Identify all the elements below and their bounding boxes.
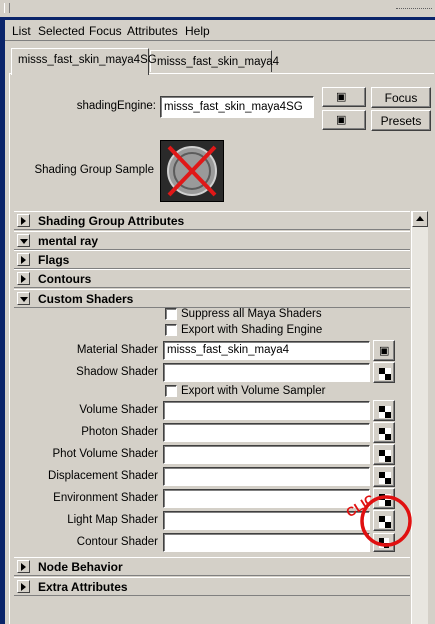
arrow-in-icon: ▣	[379, 344, 390, 357]
presets-button[interactable]: Presets	[371, 110, 431, 131]
menu-attributes[interactable]: Attributes	[127, 24, 178, 38]
displacement-shader-label: Displacement Shader	[48, 470, 158, 482]
dotted-divider	[396, 8, 432, 9]
displacement-shader-field[interactable]	[163, 467, 370, 486]
menu-list[interactable]: List	[12, 24, 31, 38]
arrow-out-icon: ▣	[336, 113, 347, 126]
focus-button[interactable]: Focus	[371, 87, 431, 108]
tab-shading-group[interactable]: misss_fast_skin_maya4SG	[11, 48, 157, 75]
section-contours[interactable]: Contours	[14, 269, 410, 288]
phot-volume-shader-label: Phot Volume Shader	[52, 448, 159, 460]
section-shading-group[interactable]: Shading Group Attributes	[14, 211, 410, 230]
expand-arrow-icon[interactable]	[17, 253, 30, 266]
contour-shader-label: Contour Shader	[76, 536, 158, 548]
photon-shader-label: Photon Shader	[81, 426, 158, 438]
photon-shader-map-button[interactable]	[373, 422, 395, 443]
material-shader-field[interactable]: misss_fast_skin_maya4	[163, 341, 370, 360]
section-flags[interactable]: Flags	[14, 250, 410, 269]
light-map-shader-label: Light Map Shader	[67, 514, 158, 526]
checker-map-icon	[379, 406, 391, 418]
section-title: Custom Shaders	[38, 292, 134, 306]
material-shader-connect-button[interactable]: ▣	[373, 340, 395, 361]
suppress-checkbox[interactable]	[165, 308, 177, 320]
section-title: Flags	[38, 253, 70, 267]
sample-label: Shading Group Sample	[34, 164, 154, 176]
export-volume-checkbox[interactable]	[165, 385, 177, 397]
go-to-input-button[interactable]: ▣	[322, 87, 366, 107]
section-extra-attributes[interactable]: Extra Attributes	[14, 577, 410, 596]
shadow-shader-field[interactable]	[163, 363, 370, 382]
title-strip	[0, 0, 435, 17]
shadow-shader-label: Shadow Shader	[76, 366, 158, 378]
expand-arrow-icon[interactable]	[17, 214, 30, 227]
menu-focus[interactable]: Focus	[89, 24, 122, 38]
section-title: Extra Attributes	[38, 580, 128, 594]
export-engine-checkbox[interactable]	[165, 324, 177, 336]
go-to-output-button[interactable]: ▣	[322, 110, 366, 130]
no-sample-icon	[167, 145, 217, 197]
environment-shader-label: Environment Shader	[53, 492, 158, 504]
tab-material[interactable]: misss_fast_skin_maya4	[150, 50, 279, 72]
environment-shader-field[interactable]	[163, 489, 370, 508]
phot-volume-shader-field[interactable]	[163, 445, 370, 464]
section-title: mental ray	[38, 234, 99, 248]
clic-label: CLIC	[343, 491, 377, 520]
section-title: Contours	[38, 272, 92, 286]
export-volume-label: Export with Volume Sampler	[181, 385, 326, 397]
vertical-scrollbar[interactable]	[411, 211, 428, 624]
section-title: Node Behavior	[38, 560, 123, 574]
contour-shader-field[interactable]	[163, 533, 370, 552]
menu-help[interactable]: Help	[185, 24, 210, 38]
volume-shader-field[interactable]	[163, 401, 370, 420]
sample-swatch	[160, 140, 224, 202]
collapse-arrow-icon[interactable]	[17, 292, 30, 305]
clic-annotation: CLIC	[343, 491, 412, 547]
scroll-up-icon[interactable]	[412, 211, 428, 227]
phot-volume-shader-map-button[interactable]	[373, 444, 395, 465]
expand-arrow-icon[interactable]	[17, 272, 30, 285]
volume-shader-map-button[interactable]	[373, 400, 395, 421]
grip-icon	[4, 3, 10, 13]
section-mental-ray[interactable]: mental ray	[14, 231, 410, 250]
volume-shader-label: Volume Shader	[79, 404, 158, 416]
menu-bar: List Selected Focus Attributes Help	[5, 20, 435, 40]
section-title: Shading Group Attributes	[38, 214, 185, 228]
section-node-behavior[interactable]: Node Behavior	[14, 557, 410, 576]
checker-map-icon	[379, 428, 391, 440]
shading-engine-field[interactable]: misss_fast_skin_maya4SG	[160, 96, 314, 118]
arrow-in-icon: ▣	[336, 90, 347, 103]
checker-map-icon	[379, 450, 391, 462]
menu-divider	[5, 40, 435, 41]
menu-selected[interactable]: Selected	[38, 24, 85, 38]
export-engine-label: Export with Shading Engine	[181, 324, 323, 336]
shadow-shader-map-button[interactable]	[373, 362, 395, 383]
window-frame-left	[0, 17, 5, 624]
material-shader-label: Material Shader	[76, 344, 158, 356]
photon-shader-field[interactable]	[163, 423, 370, 442]
light-map-shader-field[interactable]	[163, 511, 370, 530]
collapse-arrow-icon[interactable]	[17, 234, 30, 247]
expand-arrow-icon[interactable]	[17, 580, 30, 593]
section-custom-shaders[interactable]: Custom Shaders	[14, 289, 410, 308]
shading-engine-label: shadingEngine:	[76, 100, 156, 112]
expand-arrow-icon[interactable]	[17, 560, 30, 573]
suppress-label: Suppress all Maya Shaders	[181, 308, 322, 320]
checker-map-icon	[379, 368, 391, 380]
